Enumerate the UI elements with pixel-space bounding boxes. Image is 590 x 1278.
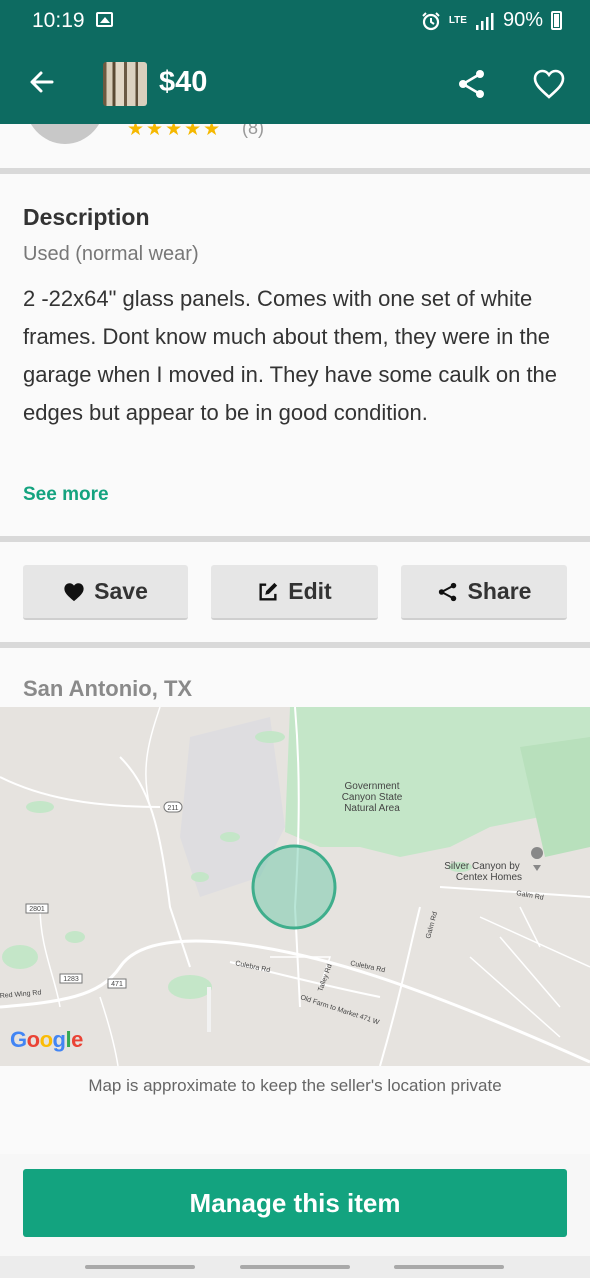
share-icon <box>438 582 456 601</box>
signal-icon <box>475 12 494 30</box>
road-211-label: 211 <box>167 805 178 812</box>
status-bar: 10:19 LTE 90% <box>0 0 590 44</box>
nav-pill-right[interactable] <box>394 1265 504 1269</box>
edit-button[interactable]: Edit <box>211 565 378 620</box>
seller-strip: ★★★★★ (8) <box>0 124 590 168</box>
description-heading: Description <box>23 204 150 230</box>
map-park-label-2: Canyon State <box>342 792 403 803</box>
item-thumbnail[interactable] <box>103 62 147 106</box>
google-logo: Google <box>10 1027 83 1052</box>
alarm-icon <box>422 11 440 30</box>
status-time: 10:19 <box>32 9 85 32</box>
description-text: 2 -22x64" glass panels. Comes with one s… <box>23 286 558 425</box>
edit-button-label: Edit <box>288 578 332 604</box>
edit-icon <box>259 582 278 601</box>
action-row: Save Edit Share <box>0 542 590 642</box>
see-more-link[interactable]: See more <box>23 484 109 506</box>
share-button[interactable]: Share <box>401 565 567 620</box>
map[interactable]: Government Canyon State Natural Area Sil… <box>0 707 590 1066</box>
nav-pill-center[interactable] <box>240 1265 350 1269</box>
location-section: San Antonio, TX Government Canyon State … <box>0 648 590 1154</box>
save-button-label: Save <box>94 578 148 604</box>
road-2801-label: 2801 <box>29 906 45 913</box>
system-nav-bar <box>0 1256 590 1278</box>
description-card: Description Used (normal wear) 2 -22x64"… <box>0 174 590 536</box>
avatar[interactable] <box>24 124 106 144</box>
heart-icon[interactable] <box>532 68 566 100</box>
battery-icon <box>551 11 562 30</box>
status-indicators: LTE 90% <box>421 9 562 32</box>
map-poi-label-1: Silver Canyon by <box>444 861 520 872</box>
back-arrow-icon[interactable] <box>26 66 58 98</box>
map-park-label-3: Natural Area <box>344 803 400 814</box>
map-canvas: Government Canyon State Natural Area Sil… <box>0 707 590 1066</box>
map-park-label-1: Government <box>344 781 399 792</box>
heart-filled-icon <box>64 582 84 601</box>
item-price: $40 <box>159 66 208 98</box>
road-1283-label: 1283 <box>63 976 79 983</box>
map-privacy-note: Map is approximate to keep the seller's … <box>88 1076 502 1095</box>
photo-icon <box>96 12 113 27</box>
share-icon[interactable] <box>456 68 488 100</box>
nav-pill-left[interactable] <box>85 1265 195 1269</box>
item-condition: Used (normal wear) <box>23 243 199 265</box>
network-type: LTE <box>448 14 467 26</box>
map-poi-label-2: Centex Homes <box>456 872 522 883</box>
rating-stars: ★★★★★ <box>127 124 223 140</box>
share-button-label: Share <box>467 578 532 604</box>
manage-item-button[interactable]: Manage this item <box>23 1169 567 1237</box>
battery-level: 90% <box>502 9 543 31</box>
review-count: (8) <box>242 124 264 138</box>
location-city: San Antonio, TX <box>23 676 193 701</box>
save-button[interactable]: Save <box>23 565 188 620</box>
road-471-label: 471 <box>111 981 123 988</box>
app-bar: $40 <box>0 44 590 124</box>
